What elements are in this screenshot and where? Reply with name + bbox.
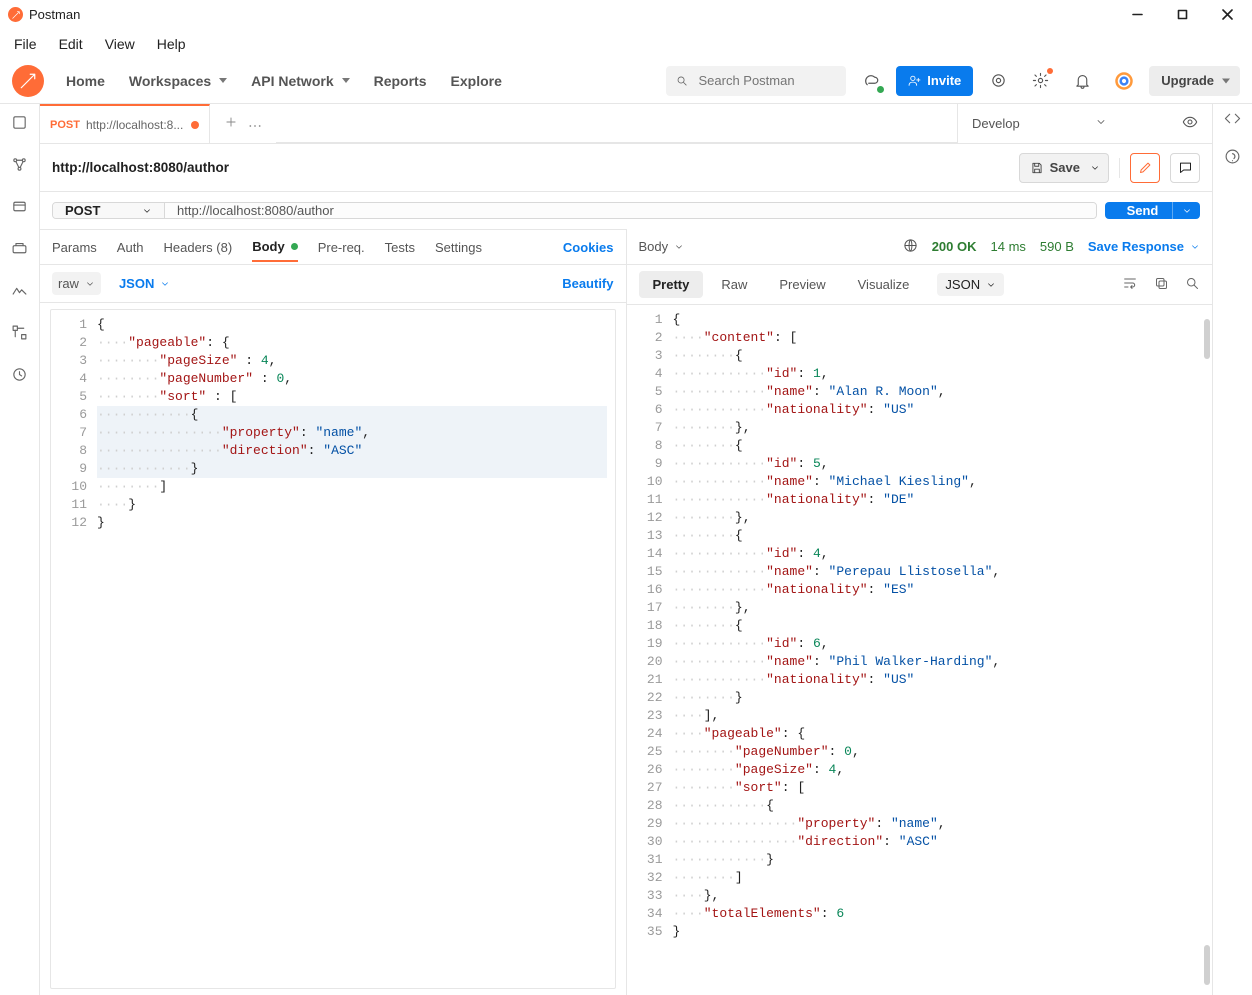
wrap-icon[interactable] [1122, 275, 1138, 294]
cookies-link[interactable]: Cookies [563, 240, 614, 255]
scrollbar[interactable] [1204, 319, 1210, 359]
avatar[interactable] [1107, 66, 1141, 96]
rail-environments-icon[interactable] [8, 194, 32, 218]
response-tab-visualize[interactable]: Visualize [844, 271, 924, 298]
nav-api-network[interactable]: API Network [239, 67, 361, 95]
search-response-icon[interactable] [1185, 276, 1200, 294]
rail-history-icon[interactable] [8, 362, 32, 386]
response-format-label: JSON [945, 277, 980, 292]
invite-button[interactable]: Invite [896, 66, 973, 96]
subtab-params[interactable]: Params [52, 234, 97, 261]
send-menu[interactable] [1172, 202, 1200, 219]
request-body-editor[interactable]: 123456789101112 {····"pageable": {······… [50, 309, 616, 989]
subtab-settings[interactable]: Settings [435, 234, 482, 261]
body-format-label: JSON [119, 276, 154, 291]
globe-icon[interactable] [903, 238, 918, 256]
response-status: 200 OK [932, 239, 977, 254]
send-button[interactable]: Send [1105, 202, 1200, 219]
tab-method: POST [50, 119, 80, 131]
environment-name: Develop [972, 116, 1020, 131]
subtab-headers[interactable]: Headers (8) [164, 234, 233, 261]
response-tab-pretty[interactable]: Pretty [639, 271, 704, 298]
save-response-label: Save Response [1088, 239, 1184, 254]
body-modified-dot [291, 243, 298, 250]
rail-monitors-icon[interactable] [8, 278, 32, 302]
right-rail [1212, 104, 1252, 995]
body-type-select[interactable]: raw [52, 272, 101, 295]
sync-icon[interactable] [854, 66, 888, 96]
search-input[interactable] [696, 72, 836, 89]
response-format-select[interactable]: JSON [937, 273, 1004, 296]
search-box[interactable] [666, 66, 846, 96]
menu-help[interactable]: Help [147, 34, 196, 54]
invite-label: Invite [927, 73, 961, 88]
settings-icon[interactable] [1023, 66, 1057, 96]
env-quicklook-icon[interactable] [1182, 114, 1198, 133]
capture-icon[interactable] [981, 66, 1015, 96]
rail-code-icon[interactable] [1224, 110, 1241, 130]
body-format-select[interactable]: JSON [119, 276, 170, 291]
copy-icon[interactable] [1154, 276, 1169, 294]
menu-file[interactable]: File [4, 34, 47, 54]
edit-icon[interactable] [1130, 153, 1160, 183]
rail-info-icon[interactable] [1224, 148, 1241, 168]
notifications-icon[interactable] [1065, 66, 1099, 96]
response-tab-preview[interactable]: Preview [765, 271, 839, 298]
nav-home[interactable]: Home [54, 67, 117, 95]
request-tab[interactable]: POST http://localhost:8... [40, 104, 210, 143]
menubar: File Edit View Help [0, 30, 1252, 58]
search-icon [676, 74, 688, 88]
response-tab-raw[interactable]: Raw [707, 271, 761, 298]
subtab-prereq[interactable]: Pre-req. [318, 234, 365, 261]
save-menu[interactable] [1081, 153, 1109, 183]
tab-menu[interactable] [248, 116, 262, 131]
url-input[interactable]: http://localhost:8080/author [165, 203, 1096, 218]
response-body-viewer[interactable]: 1234567891011121314151617181920212223242… [627, 305, 1213, 995]
nav-explore[interactable]: Explore [439, 67, 514, 95]
method-select-value: POST [65, 203, 100, 218]
save-response-button[interactable]: Save Response [1088, 239, 1200, 254]
subtab-tests[interactable]: Tests [385, 234, 415, 261]
app-icon [8, 7, 23, 22]
nav-reports[interactable]: Reports [362, 67, 439, 95]
save-label: Save [1050, 160, 1080, 175]
nav-workspaces[interactable]: Workspaces [117, 67, 239, 95]
subtab-body-label: Body [252, 239, 285, 254]
body-type-label: raw [58, 276, 79, 291]
request-title: http://localhost:8080/author [52, 160, 229, 175]
postman-logo [12, 65, 44, 97]
tab-name: http://localhost:8... [86, 118, 185, 132]
subtab-body[interactable]: Body [252, 233, 298, 262]
response-body-label: Body [639, 239, 669, 254]
method-select[interactable]: POST [53, 203, 165, 218]
comments-icon[interactable] [1170, 153, 1200, 183]
app-header: Home Workspaces API Network Reports Expl… [0, 58, 1252, 104]
response-size: 590 B [1040, 239, 1074, 254]
left-rail [0, 104, 40, 995]
scrollbar[interactable] [1204, 945, 1210, 985]
upgrade-button[interactable]: Upgrade [1149, 66, 1240, 96]
rail-flows-icon[interactable] [8, 320, 32, 344]
menu-view[interactable]: View [95, 34, 145, 54]
response-body-dropdown[interactable]: Body [639, 239, 685, 254]
send-label: Send [1127, 203, 1159, 218]
window-titlebar: Postman [0, 0, 1252, 30]
rail-apis-icon[interactable] [8, 152, 32, 176]
new-tab-button[interactable] [224, 115, 238, 132]
window-minimize[interactable] [1115, 0, 1160, 30]
response-time: 14 ms [991, 239, 1026, 254]
window-maximize[interactable] [1160, 0, 1205, 30]
environment-selector[interactable]: Develop [972, 116, 1020, 131]
beautify-link[interactable]: Beautify [562, 276, 613, 291]
rail-collections-icon[interactable] [8, 110, 32, 134]
subtab-auth[interactable]: Auth [117, 234, 144, 261]
chevron-down-icon[interactable] [1095, 116, 1107, 131]
menu-edit[interactable]: Edit [49, 34, 93, 54]
rail-mock-icon[interactable] [8, 236, 32, 260]
window-title: Postman [29, 7, 80, 22]
unsaved-indicator [191, 121, 199, 129]
window-close[interactable] [1205, 0, 1250, 30]
